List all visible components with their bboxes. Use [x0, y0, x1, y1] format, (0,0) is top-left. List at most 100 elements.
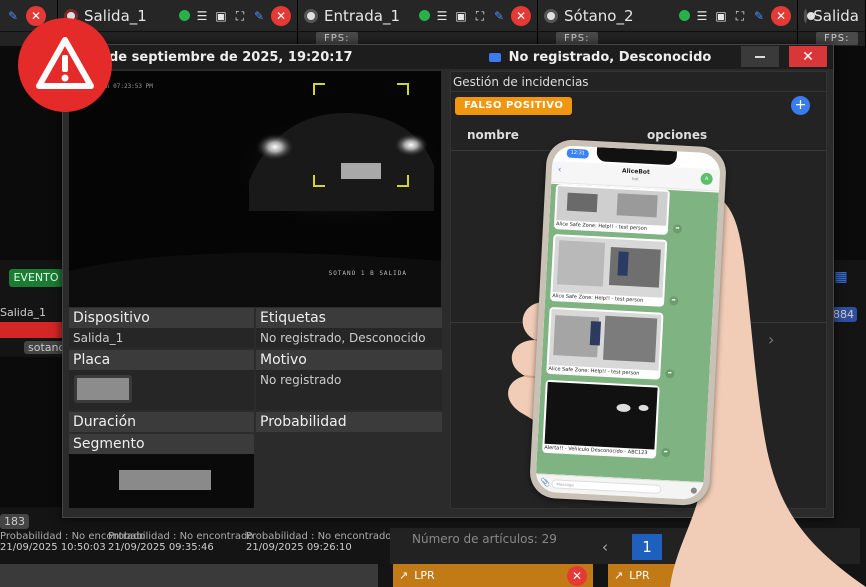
detection-box-corner [313, 175, 325, 187]
false-positive-button[interactable]: FALSO POSITIVO [455, 97, 573, 115]
event-video[interactable]: 09/21 Sun 07:23:53 PM SOTANO 1 B SALIDA [69, 71, 441, 307]
license-plate-blur [341, 163, 381, 179]
expand-icon[interactable]: ⛶ [733, 9, 747, 23]
attach-icon[interactable]: 📎 [540, 478, 550, 488]
tags-value: No registrado, Desconocido [260, 331, 426, 345]
close-modal-button[interactable]: ✕ [789, 46, 827, 67]
detection-box-corner [313, 83, 325, 95]
list-icon[interactable]: ☰ [195, 9, 209, 23]
reason-value: No registrado [260, 373, 342, 387]
message-image [552, 236, 666, 298]
app-root: ✎ ✕ Salida_1 ☰ ▣ ⛶ ✎ ✕ Entrada_1 ☰ ▣ ⛶ ✎… [0, 0, 866, 587]
chart-icon: ↗ [399, 569, 409, 582]
chat-message[interactable]: Alice Safe Zone: Help!! - test person ➦ [550, 233, 679, 307]
close-icon[interactable]: ✕ [771, 5, 791, 26]
microphone-icon[interactable]: ● [690, 485, 697, 494]
detection-box-corner [397, 175, 409, 187]
segment-plate-blur [119, 470, 211, 490]
event-item-date: 21/09/2025 10:50:03 [0, 542, 106, 553]
event-counter: 183 [0, 514, 29, 529]
message-image [548, 308, 662, 371]
plate-label: Placa [69, 350, 254, 370]
plate-thumbnail[interactable] [74, 375, 132, 403]
probability-label: Probabilidad [256, 412, 442, 432]
evento-badge[interactable]: EVENTO [9, 269, 63, 287]
chat-message[interactable]: Alerta!! - Vehículo Desconocido - ABC123… [542, 379, 671, 459]
message-image [556, 186, 668, 226]
phone-status-time: 12:31 [566, 148, 589, 159]
event-row-label: Salida_1 [0, 306, 47, 319]
camera-tab-name: Salida [813, 6, 859, 25]
tag-icon [488, 52, 501, 62]
share-icon[interactable]: ➦ [668, 296, 679, 306]
column-header-name: nombre [467, 128, 519, 142]
chat-input[interactable]: Message [551, 479, 662, 494]
modal-title-date: de septiembre de 2025, 19:20:17 [109, 49, 353, 65]
chat-message[interactable]: Alice Safe Zone: Help!! - test person ➦ [546, 306, 675, 380]
event-item-text: Probabilidad : No encontrado [246, 531, 392, 542]
plate-image [77, 378, 129, 400]
message-image [544, 381, 658, 450]
share-icon[interactable]: ➦ [672, 224, 683, 234]
event-item-date: 21/09/2025 09:35:46 [108, 542, 214, 553]
reason-field: Motivo No registrado [256, 350, 442, 410]
monitor-icon[interactable]: ▣ [714, 9, 728, 23]
share-icon[interactable]: ➦ [661, 447, 671, 458]
segment-thumbnail[interactable] [69, 454, 254, 508]
bottom-tab-label: LPR [414, 569, 435, 582]
video-caption: SOTANO 1 B SALIDA [328, 270, 407, 277]
segment-label: Segmento [69, 434, 254, 454]
device-field: Dispositivo Salida_1 [69, 308, 254, 348]
alert-icon [18, 18, 112, 112]
detection-box-corner [397, 83, 409, 95]
bottom-tab-left[interactable] [243, 564, 378, 587]
plate-field: Placa [69, 350, 254, 410]
bottom-tab-left[interactable] [105, 564, 243, 587]
status-online-icon [179, 10, 190, 21]
expand-icon[interactable]: ⛶ [473, 9, 487, 23]
duration-field: Duración [69, 412, 254, 432]
bottom-tab-left[interactable] [0, 564, 105, 587]
share-icon[interactable]: ➦ [665, 369, 675, 379]
list-icon[interactable]: ☰ [695, 9, 709, 23]
device-value: Salida_1 [73, 331, 124, 345]
minimize-icon [755, 55, 765, 58]
event-row-highlight[interactable] [0, 322, 62, 338]
close-icon[interactable]: ✕ [271, 5, 291, 26]
list-icon[interactable]: ☰ [435, 9, 449, 23]
camera-icon [804, 8, 816, 23]
probability-field: Probabilidad [256, 412, 442, 432]
status-online-icon [679, 10, 690, 21]
phone-screen: 12:31 ‹ AliceBot bot A Alice Safe Zone: … [535, 144, 721, 501]
segment-field: Segmento [69, 434, 254, 508]
duration-label: Duración [69, 412, 254, 432]
edit-icon[interactable]: ✎ [752, 9, 766, 23]
incident-panel-title: Gestión de incidencias [451, 72, 826, 92]
camera-icon [304, 8, 318, 23]
edit-icon[interactable]: ✎ [492, 9, 506, 23]
tags-label: Etiquetas [256, 308, 442, 328]
column-header-options: opciones [647, 128, 708, 142]
chat-message[interactable]: Alice Safe Zone: Help!! - test person ➦ [553, 184, 683, 235]
minimize-button[interactable] [741, 46, 779, 67]
event-item-text: Probabilidad : No encontrado [108, 531, 254, 542]
camera-tab-name: Entrada_1 [324, 6, 400, 25]
monitor-icon[interactable]: ▣ [454, 9, 468, 23]
chat-messages: Alice Safe Zone: Help!! - test person ➦ … [535, 183, 719, 483]
event-thumbnail [0, 357, 62, 507]
monitor-icon[interactable]: ▣ [214, 9, 228, 23]
camera-tab-name: Sótano_2 [564, 6, 634, 25]
camera-icon [544, 8, 558, 23]
device-label: Dispositivo [69, 308, 254, 328]
edit-icon[interactable]: ✎ [252, 9, 266, 23]
reason-label: Motivo [256, 350, 442, 370]
close-icon[interactable]: ✕ [511, 5, 531, 26]
expand-icon[interactable]: ⛶ [233, 9, 247, 23]
status-online-icon [419, 10, 430, 21]
modal-title-status: No registrado, Desconocido [508, 49, 712, 65]
add-incident-button[interactable]: + [791, 96, 810, 115]
phone-notch [596, 147, 678, 166]
tags-field: Etiquetas No registrado, Desconocido [256, 308, 442, 348]
event-item-date: 21/09/2025 09:26:10 [246, 542, 352, 553]
modal-header: de septiembre de 2025, 19:20:17 No regis… [63, 45, 833, 69]
